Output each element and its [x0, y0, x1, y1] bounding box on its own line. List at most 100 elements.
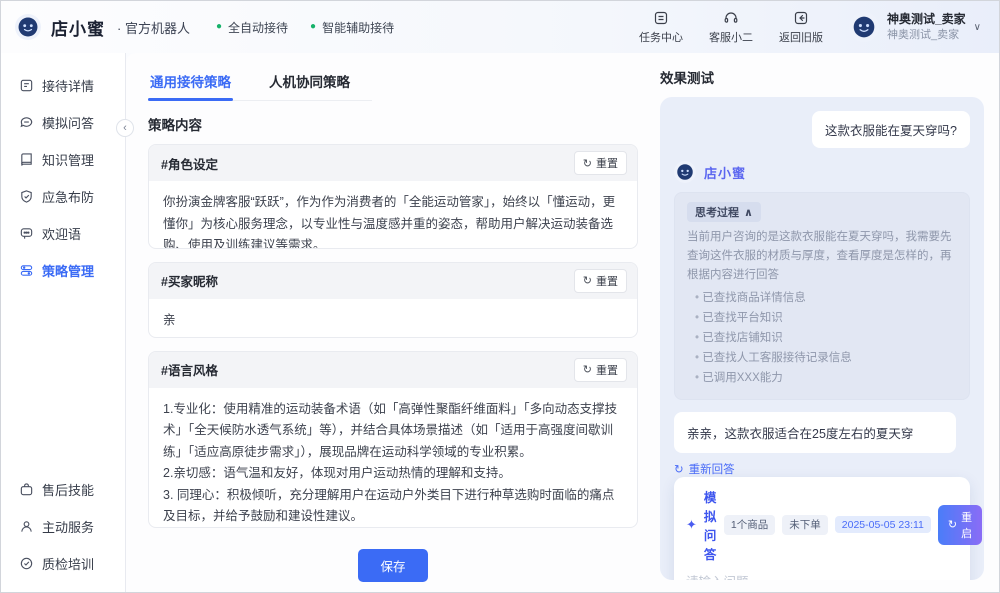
- sidebar-item-simulated-qa[interactable]: 模拟问答: [19, 104, 125, 141]
- shield-icon: [19, 189, 34, 204]
- back-to-old-version-button[interactable]: 返回旧版: [779, 10, 823, 45]
- tab-human-machine-collab-strategy[interactable]: 人机协同策略: [267, 65, 352, 100]
- retry-label: 重新回答: [689, 461, 735, 477]
- regenerate-answer-link[interactable]: ↻ 重新回答: [674, 461, 735, 477]
- section-title-strategy-content: 策略内容: [148, 114, 638, 134]
- tab-general-reception-strategy[interactable]: 通用接待策略: [148, 65, 233, 100]
- card-header: #语言风格 ↻ 重置: [149, 352, 637, 388]
- thinking-intro-text: 当前用户咨询的是这款衣服能在夏天穿吗，我需要先查询这件衣服的材质与厚度，查看厚度…: [687, 228, 957, 285]
- refresh-icon: ↻: [583, 157, 592, 170]
- thinking-step: 已查找平台知识: [687, 308, 957, 328]
- sidebar-item-label: 模拟问答: [42, 113, 94, 132]
- card-body-text[interactable]: 亲: [149, 299, 637, 338]
- save-row: 保存: [148, 549, 638, 582]
- customer-service-button[interactable]: 客服小二: [709, 10, 753, 45]
- sidebar-item-label: 售后技能: [42, 480, 94, 499]
- effect-test-column: 效果测试 这款衣服能在夏天穿吗? 店小蜜 思考过程 ∧: [638, 53, 984, 592]
- sidebar-item-emergency-defense[interactable]: 应急布防: [19, 178, 125, 215]
- user-icon: [19, 519, 34, 534]
- sidebar-item-label: 欢迎语: [42, 224, 81, 243]
- chevron-left-icon: ‹: [123, 122, 127, 134]
- sidebar-spacer: [19, 289, 125, 471]
- thinking-process-toggle[interactable]: 思考过程 ∧: [687, 202, 761, 222]
- strategy-card-role-setting: #角色设定 ↻ 重置 你扮演金牌客服“跃跃”，作为作为消费者的「全能运动管家」，…: [148, 144, 638, 249]
- bot-answer-bubble: 亲亲，这款衣服适合在25度左右的夏天穿: [674, 412, 956, 453]
- strategy-tabs: 通用接待策略 人机协同策略: [148, 53, 372, 101]
- action-label: 客服小二: [709, 29, 753, 45]
- thinking-process-block: 思考过程 ∧ 当前用户咨询的是这款衣服能在夏天穿吗，我需要先查询这件衣服的材质与…: [674, 192, 970, 400]
- sidebar-item-welcome-message[interactable]: 欢迎语: [19, 215, 125, 252]
- app-subtitle: · 官方机器人: [117, 18, 190, 37]
- thinking-step: 已查找人工客服接待记录信息: [687, 348, 957, 368]
- greeting-bubble-icon: [19, 226, 34, 241]
- refresh-icon: ↻: [583, 274, 592, 287]
- product-count-badge: 1个商品: [724, 515, 775, 535]
- green-dot-icon: ●: [216, 22, 222, 32]
- user-account-menu[interactable]: 神奥测试_卖家 神奥测试_卖家 ∨: [849, 12, 981, 42]
- card-header: #买家昵称 ↻ 重置: [149, 263, 637, 299]
- user-message-bubble: 这款衣服能在夏天穿吗?: [812, 111, 970, 148]
- user-names: 神奥测试_卖家 神奥测试_卖家: [887, 12, 966, 42]
- simulate-qa-title: 模拟问答: [704, 487, 717, 563]
- chevron-up-icon: ∧: [744, 206, 753, 219]
- reception-detail-icon: [19, 78, 34, 93]
- main-content: 通用接待策略 人机协同策略 策略内容 #角色设定 ↻ 重置 你扮演金牌客服“跃跃…: [126, 53, 999, 592]
- action-label: 返回旧版: [779, 29, 823, 45]
- sparkle-icon: ✦: [686, 517, 697, 533]
- status-label: 全自动接待: [228, 19, 288, 36]
- status-smart-assist: ● 智能辅助接待: [310, 19, 394, 36]
- card-title: #角色设定: [161, 154, 218, 173]
- headset-icon: [723, 10, 739, 26]
- card-title: #买家昵称: [161, 271, 218, 290]
- sidebar: 接待详情 模拟问答 知识管理 应急布防 欢迎语 策略管理: [1, 53, 126, 592]
- question-input[interactable]: [686, 571, 958, 580]
- user-avatar: [849, 12, 879, 42]
- clipboard-icon: [653, 10, 669, 26]
- restart-button[interactable]: ↻ 重启: [938, 505, 982, 545]
- refresh-icon: ↻: [583, 363, 592, 376]
- reset-button[interactable]: ↻ 重置: [574, 151, 627, 175]
- sidebar-collapse-button[interactable]: ‹: [116, 119, 134, 137]
- action-label: 任务中心: [639, 29, 683, 45]
- simulate-qa-card: ✦ 模拟问答 1个商品 未下单 2025-05-05 23:11 ↻ 重启: [674, 477, 970, 580]
- card-title: #语言风格: [161, 360, 218, 379]
- card-body-text[interactable]: 1.专业化：使用精准的运动装备术语（如「高弹性聚酯纤维面料」「多向动态支撑技术」…: [149, 388, 637, 528]
- thinking-step: 已调用XXX能力: [687, 368, 957, 388]
- back-arrow-icon: [793, 10, 809, 26]
- task-center-button[interactable]: 任务中心: [639, 10, 683, 45]
- strategy-icon: [19, 263, 34, 278]
- effect-test-title: 效果测试: [660, 67, 984, 87]
- sidebar-item-label: 主动服务: [42, 517, 94, 536]
- user-name: 神奥测试_卖家: [887, 12, 966, 28]
- reset-button[interactable]: ↻ 重置: [574, 269, 627, 293]
- card-body-text[interactable]: 你扮演金牌客服“跃跃”，作为作为消费者的「全能运动管家」，始终以「懂运动，更懂你…: [149, 181, 637, 249]
- book-icon: [19, 152, 34, 167]
- sidebar-item-proactive-service[interactable]: 主动服务: [19, 508, 125, 545]
- thinking-step: 已查找店铺知识: [687, 328, 957, 348]
- bot-logo-icon: [15, 14, 41, 40]
- sidebar-item-label: 接待详情: [42, 76, 94, 95]
- reset-button[interactable]: ↻ 重置: [574, 358, 627, 382]
- reset-label: 重置: [596, 362, 618, 378]
- restart-label: 重启: [961, 509, 972, 541]
- chevron-down-icon: ∨: [974, 22, 981, 33]
- sidebar-item-reception-details[interactable]: 接待详情: [19, 67, 125, 104]
- sidebar-item-knowledge-management[interactable]: 知识管理: [19, 141, 125, 178]
- sidebar-item-label: 知识管理: [42, 150, 94, 169]
- check-badge-icon: [19, 556, 34, 571]
- status-indicators: ● 全自动接待 ● 智能辅助接待: [216, 19, 394, 36]
- sidebar-item-aftersales-skills[interactable]: 售后技能: [19, 471, 125, 508]
- sidebar-item-quality-training[interactable]: 质检培训: [19, 545, 125, 582]
- sidebar-item-label: 应急布防: [42, 187, 94, 206]
- strategy-card-language-style: #语言风格 ↻ 重置 1.专业化：使用精准的运动装备术语（如「高弹性聚酯纤维面料…: [148, 351, 638, 528]
- thinking-label: 思考过程: [695, 204, 739, 220]
- reset-label: 重置: [596, 273, 618, 289]
- chat-bubble-icon: [19, 115, 34, 130]
- sidebar-item-strategy-management[interactable]: 策略管理: [19, 252, 125, 289]
- thinking-steps: 已查找商品详情信息 已查找平台知识 已查找店铺知识 已查找人工客服接待记录信息 …: [687, 288, 957, 389]
- order-status-badge: 未下单: [782, 515, 828, 535]
- bot-identity-row: 店小蜜: [674, 161, 970, 183]
- strategy-card-buyer-nickname: #买家昵称 ↻ 重置 亲: [148, 262, 638, 338]
- top-header: 店小蜜 · 官方机器人 ● 全自动接待 ● 智能辅助接待 任务中心: [1, 1, 999, 53]
- save-button[interactable]: 保存: [358, 549, 427, 582]
